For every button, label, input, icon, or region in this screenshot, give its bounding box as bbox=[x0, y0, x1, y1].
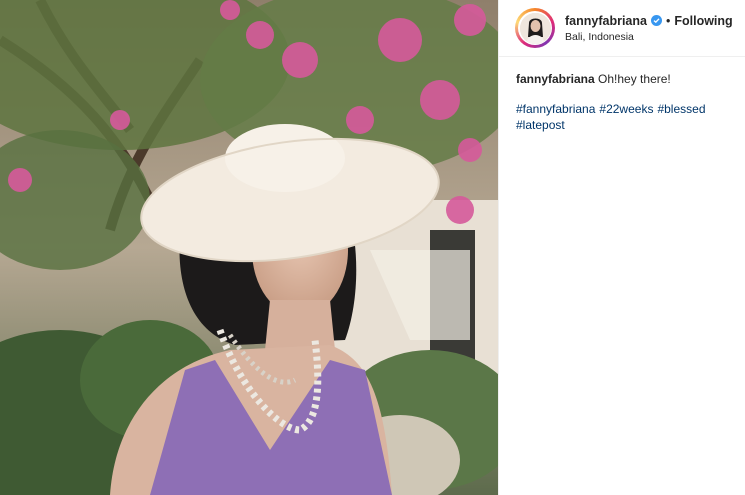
hashtag-list: #fannyfabriana #22weeks #blessed #latepost bbox=[516, 101, 716, 133]
verified-badge-icon bbox=[650, 15, 662, 26]
avatar-image bbox=[519, 12, 551, 44]
instagram-post: fannyfabriana • Following Bali, Indonesi… bbox=[0, 0, 745, 495]
photo-illustration bbox=[0, 0, 498, 495]
hashtag-link[interactable]: #blessed bbox=[657, 102, 705, 116]
separator-dot: • bbox=[665, 13, 671, 28]
hashtag-link[interactable]: #fannyfabriana bbox=[516, 102, 595, 116]
caption-username[interactable]: fannyfabriana bbox=[516, 72, 595, 86]
avatar[interactable] bbox=[515, 8, 555, 48]
post-sidebar: fannyfabriana • Following Bali, Indonesi… bbox=[498, 0, 745, 495]
hashtag-link[interactable]: #22weeks bbox=[599, 102, 653, 116]
post-photo[interactable] bbox=[0, 0, 498, 495]
post-header: fannyfabriana • Following Bali, Indonesi… bbox=[499, 0, 745, 57]
following-button[interactable]: Following bbox=[674, 14, 732, 28]
caption: fannyfabriana Oh!hey there! #fannyfabria… bbox=[499, 57, 745, 133]
username-link[interactable]: fannyfabriana bbox=[565, 14, 647, 28]
caption-text: Oh!hey there! bbox=[598, 72, 671, 86]
location-link[interactable]: Bali, Indonesia bbox=[565, 31, 733, 43]
hashtag-link[interactable]: #latepost bbox=[516, 118, 565, 132]
